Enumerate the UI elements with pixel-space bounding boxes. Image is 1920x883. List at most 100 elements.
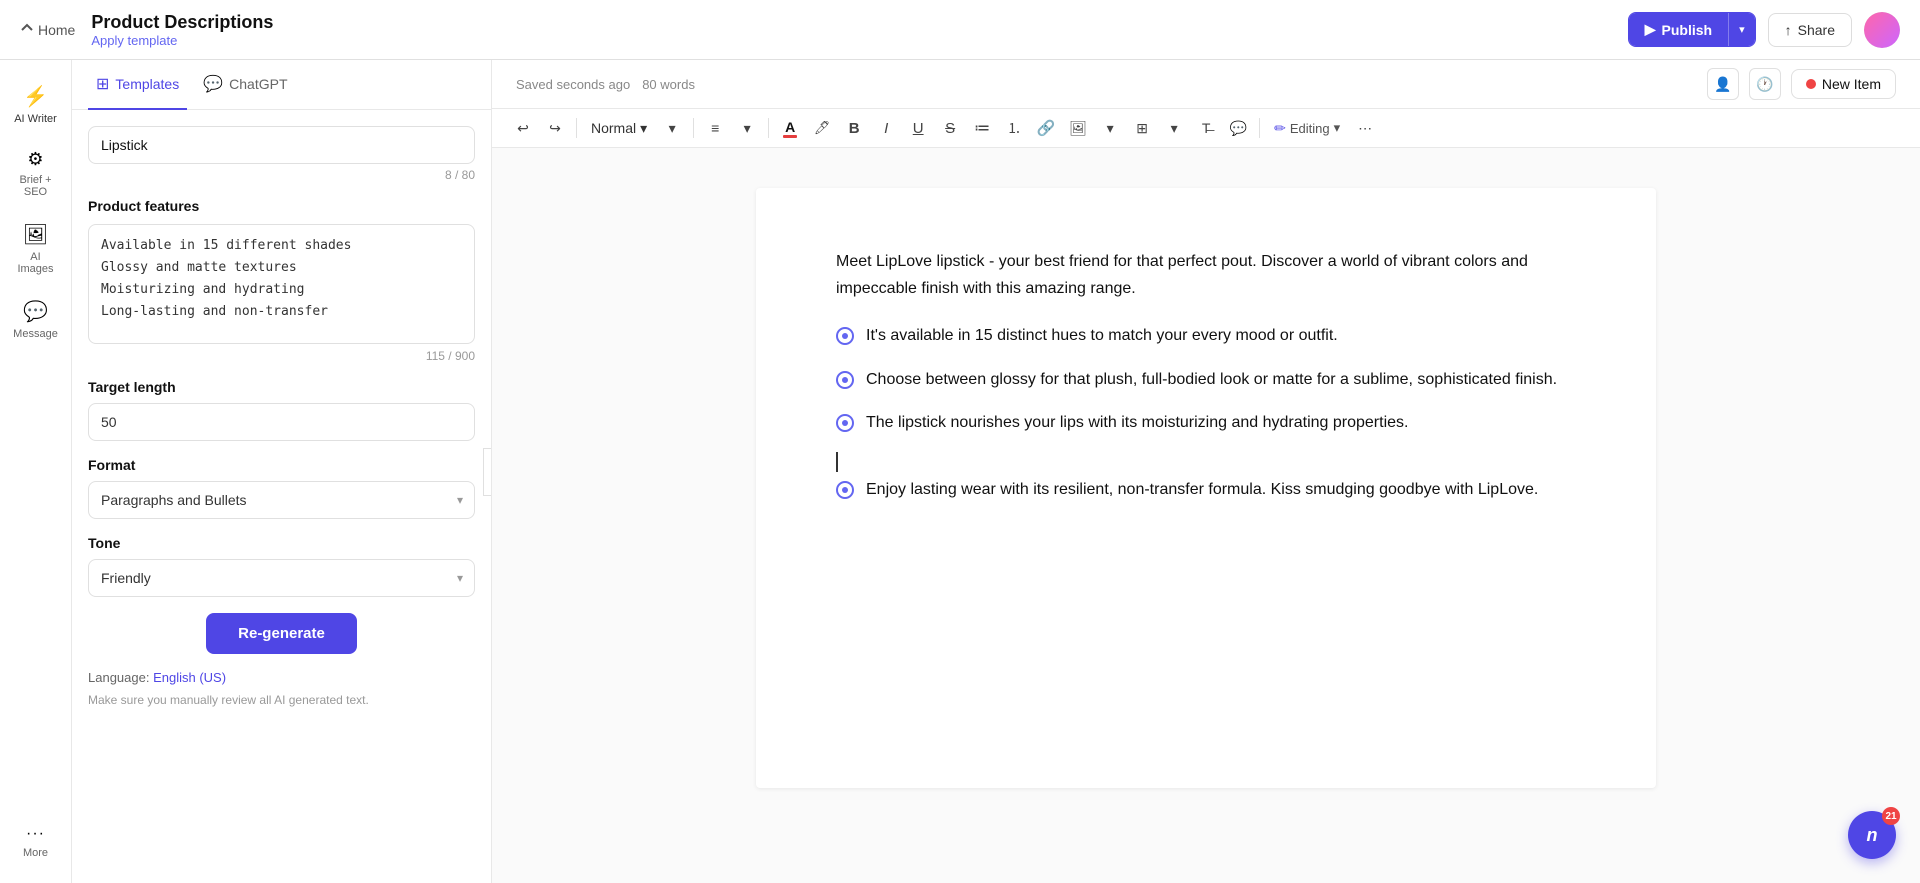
share-button[interactable]: ↑ Share	[1768, 13, 1852, 47]
underline-button[interactable]: U	[903, 113, 933, 143]
bullet-dot-3	[836, 414, 854, 432]
editor-toolbar: ↩ ↪ Normal ▾ ▾ ≡ ▾ A 🖊 B I U S ≔	[492, 109, 1920, 148]
numbered-list-button[interactable]: ⒈	[999, 113, 1029, 143]
regenerate-button[interactable]: Re-generate	[206, 613, 357, 654]
features-char-count: 115 / 900	[88, 349, 475, 363]
language-label: Language:	[88, 670, 149, 685]
publish-dropdown-button[interactable]: ▾	[1728, 13, 1755, 46]
bullet-text-3: The lipstick nourishes your lips with it…	[866, 409, 1408, 436]
sidebar-item-ai-writer[interactable]: ⚡ AI Writer	[6, 76, 66, 133]
tab-templates[interactable]: ⊞ Templates	[88, 60, 187, 110]
bullet-text-4: Enjoy lasting wear with its resilient, n…	[866, 476, 1538, 503]
text-a-icon: A	[785, 119, 795, 135]
editor-topbar: Saved seconds ago 80 words 👤 🕐 New Item	[492, 60, 1920, 109]
format-select[interactable]: Paragraphs and Bullets Paragraphs Only B…	[88, 481, 475, 519]
ai-images-label: AI Images	[12, 251, 60, 275]
language-link[interactable]: English (US)	[153, 670, 226, 685]
toolbar-divider-1	[576, 118, 577, 138]
sidebar-item-ai-images[interactable]: 🖼 AI Images	[6, 214, 66, 283]
editing-label: Editing	[1290, 121, 1330, 136]
format-chevron-btn[interactable]: ▾	[657, 113, 687, 143]
language-note: Language: English (US)	[88, 670, 475, 685]
editing-chevron-icon: ▾	[1334, 120, 1341, 136]
editor-area: Saved seconds ago 80 words 👤 🕐 New Item …	[492, 60, 1920, 883]
main-layout: ⚡ AI Writer ⚙ Brief + SEO 🖼 AI Images 💬 …	[0, 60, 1920, 883]
topbar: Home Product Descriptions Apply template…	[0, 0, 1920, 60]
bold-button[interactable]: B	[839, 113, 869, 143]
comment-button[interactable]: 💬	[1223, 113, 1253, 143]
clock-icon: 🕐	[1756, 76, 1773, 93]
format-selector[interactable]: Normal ▾	[583, 113, 655, 143]
editor-bullet-3: The lipstick nourishes your lips with it…	[836, 409, 1576, 436]
italic-button[interactable]: I	[871, 113, 901, 143]
publish-button-wrap: ▶ Publish ▾	[1628, 12, 1756, 47]
table-dropdown-button[interactable]: ▾	[1159, 113, 1189, 143]
bullet-dot-1	[836, 327, 854, 345]
editor-document[interactable]: Meet LipLove lipstick - your best friend…	[756, 188, 1656, 788]
undo-button[interactable]: ↩	[508, 113, 538, 143]
table-button[interactable]: ⊞	[1127, 113, 1157, 143]
apply-template-link[interactable]: Apply template	[91, 33, 1611, 48]
message-icon: 💬	[23, 299, 48, 324]
tab-chatgpt[interactable]: 💬 ChatGPT	[195, 60, 295, 110]
link-button[interactable]: 🔗	[1031, 113, 1061, 143]
collaborators-button[interactable]: 👤	[1707, 68, 1739, 100]
editor-content-area[interactable]: Meet LipLove lipstick - your best friend…	[492, 148, 1920, 883]
align-dropdown-button[interactable]: ▾	[732, 113, 762, 143]
title-area: Product Descriptions Apply template	[91, 12, 1611, 48]
topbar-actions: ▶ Publish ▾ ↑ Share	[1628, 12, 1900, 48]
bullet-dot-inner-3	[842, 420, 848, 426]
home-label: Home	[38, 22, 75, 38]
side-panel: ⊞ Templates 💬 ChatGPT 8 / 80 Product fea…	[72, 60, 492, 883]
format-label: Format	[88, 457, 475, 473]
target-length-input[interactable]	[88, 403, 475, 441]
panel-collapse-button[interactable]: ‹	[483, 448, 492, 496]
image-dropdown-button[interactable]: ▾	[1095, 113, 1125, 143]
sidebar-icons: ⚡ AI Writer ⚙ Brief + SEO 🖼 AI Images 💬 …	[0, 60, 72, 883]
editor-topbar-right: 👤 🕐 New Item	[1707, 68, 1896, 100]
home-link[interactable]: Home	[20, 22, 75, 38]
text-color-indicator: A	[783, 119, 797, 138]
target-length-label: Target length	[88, 379, 475, 395]
editor-bullet-2: Choose between glossy for that plush, fu…	[836, 366, 1576, 393]
tab-chatgpt-label: ChatGPT	[229, 76, 287, 92]
highlight-button[interactable]: 🖊	[807, 113, 837, 143]
history-button[interactable]: 🕐	[1749, 68, 1781, 100]
more-toolbar-button[interactable]: ⋯	[1350, 113, 1380, 143]
cursor-line-row	[836, 452, 1576, 472]
share-icon: ↑	[1785, 22, 1792, 38]
bullet-dot-4	[836, 481, 854, 499]
notification-badge[interactable]: n 21	[1848, 811, 1896, 859]
new-item-button[interactable]: New Item	[1791, 69, 1896, 99]
color-bar	[783, 135, 797, 138]
bullet-text-2: Choose between glossy for that plush, fu…	[866, 366, 1557, 393]
editing-mode-button[interactable]: ✏ Editing ▾	[1266, 116, 1348, 141]
ai-writer-label: AI Writer	[14, 113, 57, 125]
align-button[interactable]: ≡	[700, 113, 730, 143]
editor-paragraph[interactable]: Meet LipLove lipstick - your best friend…	[836, 248, 1576, 302]
word-count: 80 words	[642, 77, 695, 92]
clear-format-button[interactable]: T̶	[1191, 113, 1221, 143]
product-features-textarea[interactable]: Available in 15 different shades Glossy …	[88, 224, 475, 344]
bullet-list-button[interactable]: ≔	[967, 113, 997, 143]
product-name-input[interactable]	[88, 126, 475, 164]
redo-button[interactable]: ↪	[540, 113, 570, 143]
format-chevron-icon: ▾	[640, 120, 647, 137]
avatar[interactable]	[1864, 12, 1900, 48]
tone-select[interactable]: Friendly Professional Casual Formal	[88, 559, 475, 597]
tab-templates-label: Templates	[115, 76, 179, 92]
publish-button[interactable]: ▶ Publish	[1629, 13, 1728, 46]
pencil-icon: ✏	[1274, 120, 1286, 137]
more-label: More	[23, 847, 48, 859]
strikethrough-button[interactable]: S	[935, 113, 965, 143]
sidebar-item-more[interactable]: ··· More	[6, 817, 66, 867]
sidebar-item-brief-seo[interactable]: ⚙ Brief + SEO	[6, 141, 66, 206]
text-color-button[interactable]: A	[775, 113, 805, 143]
image-button[interactable]: 🖼	[1063, 113, 1093, 143]
save-status: Saved seconds ago	[516, 77, 630, 92]
product-features-label: Product features	[88, 198, 475, 214]
brief-seo-label: Brief + SEO	[12, 174, 60, 198]
sidebar-item-message[interactable]: 💬 Message	[6, 291, 66, 348]
person-icon: 👤	[1714, 76, 1731, 93]
panel-content: 8 / 80 Product features Available in 15 …	[72, 110, 491, 883]
